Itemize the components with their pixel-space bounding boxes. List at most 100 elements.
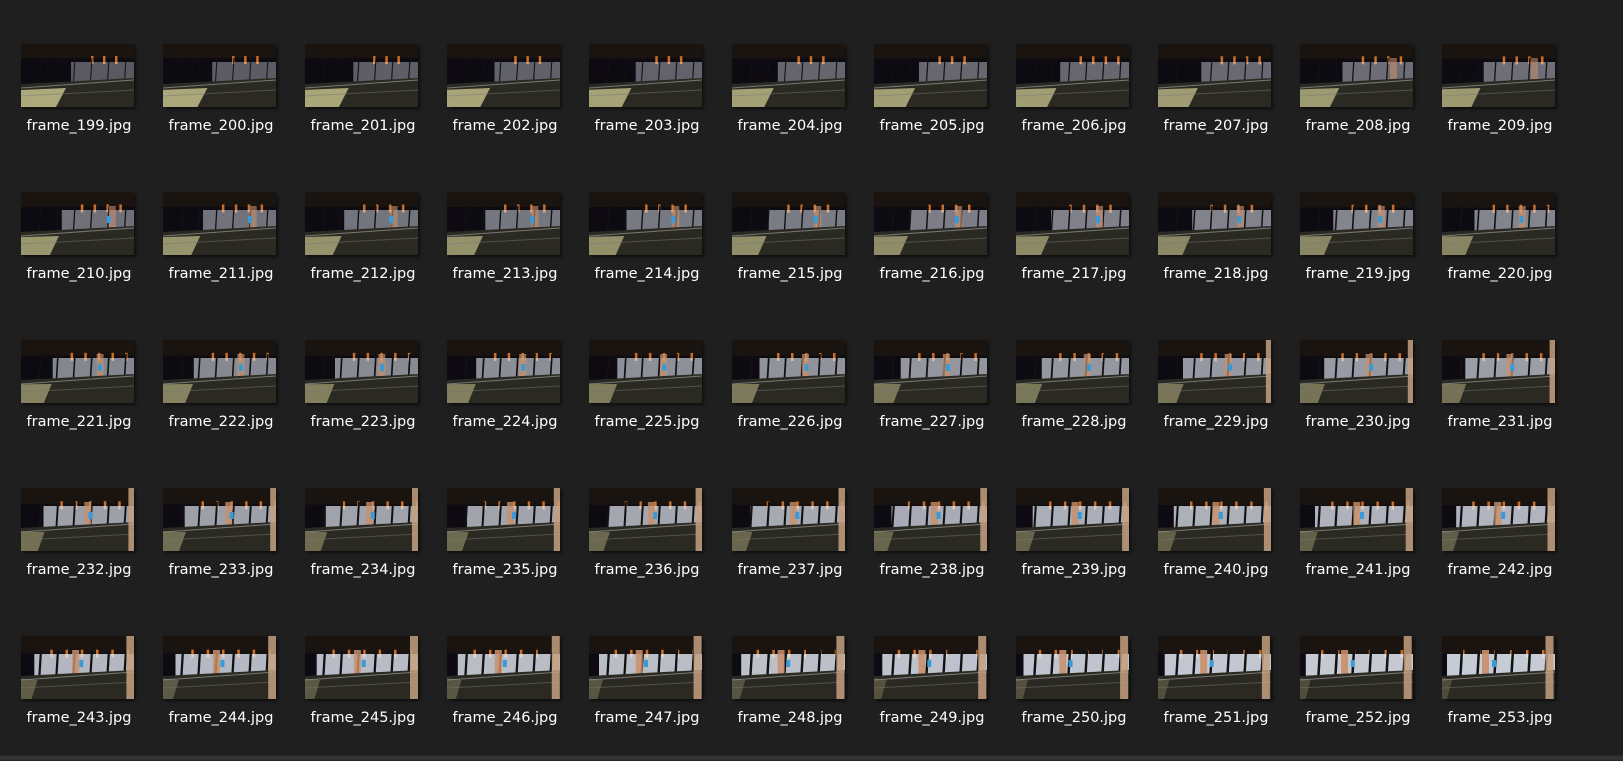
image-thumbnail-icon[interactable] — [21, 636, 134, 699]
file-item[interactable]: frame_229.jpg — [1143, 340, 1283, 444]
image-thumbnail-icon[interactable] — [1442, 488, 1555, 551]
file-item[interactable]: frame_230.jpg — [1285, 340, 1425, 444]
image-thumbnail-icon[interactable] — [21, 340, 134, 403]
image-thumbnail-icon[interactable] — [447, 192, 560, 255]
file-item[interactable]: frame_211.jpg — [148, 192, 288, 296]
image-thumbnail-icon[interactable] — [163, 44, 276, 107]
image-thumbnail-icon[interactable] — [1016, 340, 1129, 403]
image-thumbnail-icon[interactable] — [1158, 44, 1271, 107]
file-item[interactable]: frame_239.jpg — [1001, 488, 1141, 592]
file-item[interactable]: frame_222.jpg — [148, 340, 288, 444]
image-thumbnail-icon[interactable] — [163, 192, 276, 255]
file-item[interactable]: frame_208.jpg — [1285, 44, 1425, 148]
file-item[interactable]: frame_244.jpg — [148, 636, 288, 740]
image-thumbnail-icon[interactable] — [163, 340, 276, 403]
file-item[interactable]: frame_246.jpg — [432, 636, 572, 740]
file-item[interactable]: frame_199.jpg — [6, 44, 146, 148]
file-item[interactable]: frame_249.jpg — [859, 636, 999, 740]
file-item[interactable]: frame_223.jpg — [290, 340, 430, 444]
file-item[interactable]: frame_232.jpg — [6, 488, 146, 592]
image-thumbnail-icon[interactable] — [589, 636, 702, 699]
file-item[interactable]: frame_224.jpg — [432, 340, 572, 444]
image-thumbnail-icon[interactable] — [1016, 192, 1129, 255]
file-item[interactable]: frame_219.jpg — [1285, 192, 1425, 296]
file-item[interactable]: frame_241.jpg — [1285, 488, 1425, 592]
image-thumbnail-icon[interactable] — [21, 488, 134, 551]
file-item[interactable]: frame_240.jpg — [1143, 488, 1283, 592]
file-item[interactable]: frame_212.jpg — [290, 192, 430, 296]
file-item[interactable]: frame_205.jpg — [859, 44, 999, 148]
file-item[interactable]: frame_206.jpg — [1001, 44, 1141, 148]
file-item[interactable]: frame_218.jpg — [1143, 192, 1283, 296]
file-item[interactable]: frame_207.jpg — [1143, 44, 1283, 148]
file-item[interactable]: frame_210.jpg — [6, 192, 146, 296]
image-thumbnail-icon[interactable] — [1300, 44, 1413, 107]
image-thumbnail-icon[interactable] — [732, 44, 845, 107]
file-item[interactable]: frame_238.jpg — [859, 488, 999, 592]
image-thumbnail-icon[interactable] — [874, 192, 987, 255]
file-item[interactable]: frame_209.jpg — [1427, 44, 1567, 148]
image-thumbnail-icon[interactable] — [732, 636, 845, 699]
image-thumbnail-icon[interactable] — [447, 44, 560, 107]
image-thumbnail-icon[interactable] — [305, 488, 418, 551]
file-item[interactable]: frame_216.jpg — [859, 192, 999, 296]
image-thumbnail-icon[interactable] — [1442, 44, 1555, 107]
image-thumbnail-icon[interactable] — [732, 340, 845, 403]
image-thumbnail-icon[interactable] — [305, 44, 418, 107]
file-item[interactable]: frame_248.jpg — [717, 636, 857, 740]
file-item[interactable]: frame_252.jpg — [1285, 636, 1425, 740]
image-thumbnail-icon[interactable] — [589, 340, 702, 403]
image-thumbnail-icon[interactable] — [305, 340, 418, 403]
file-item[interactable]: frame_220.jpg — [1427, 192, 1567, 296]
file-item[interactable]: frame_247.jpg — [574, 636, 714, 740]
file-item[interactable]: frame_213.jpg — [432, 192, 572, 296]
file-item[interactable]: frame_221.jpg — [6, 340, 146, 444]
file-item[interactable]: frame_235.jpg — [432, 488, 572, 592]
image-thumbnail-icon[interactable] — [874, 340, 987, 403]
file-item[interactable]: frame_227.jpg — [859, 340, 999, 444]
image-thumbnail-icon[interactable] — [1300, 192, 1413, 255]
image-thumbnail-icon[interactable] — [1300, 636, 1413, 699]
file-item[interactable]: frame_203.jpg — [574, 44, 714, 148]
image-thumbnail-icon[interactable] — [589, 192, 702, 255]
file-item[interactable]: frame_237.jpg — [717, 488, 857, 592]
file-item[interactable]: frame_250.jpg — [1001, 636, 1141, 740]
image-thumbnail-icon[interactable] — [874, 636, 987, 699]
file-item[interactable]: frame_242.jpg — [1427, 488, 1567, 592]
file-item[interactable]: frame_200.jpg — [148, 44, 288, 148]
image-thumbnail-icon[interactable] — [1016, 488, 1129, 551]
image-thumbnail-icon[interactable] — [732, 192, 845, 255]
image-thumbnail-icon[interactable] — [1158, 488, 1271, 551]
image-thumbnail-icon[interactable] — [163, 636, 276, 699]
image-thumbnail-icon[interactable] — [874, 44, 987, 107]
scrollbar-thumb[interactable] — [0, 756, 1623, 760]
file-item[interactable]: frame_253.jpg — [1427, 636, 1567, 740]
image-thumbnail-icon[interactable] — [1158, 340, 1271, 403]
image-thumbnail-icon[interactable] — [1442, 636, 1555, 699]
image-thumbnail-icon[interactable] — [732, 488, 845, 551]
image-thumbnail-icon[interactable] — [447, 340, 560, 403]
image-thumbnail-icon[interactable] — [1158, 636, 1271, 699]
image-thumbnail-icon[interactable] — [1016, 44, 1129, 107]
file-item[interactable]: frame_201.jpg — [290, 44, 430, 148]
file-item[interactable]: frame_228.jpg — [1001, 340, 1141, 444]
image-thumbnail-icon[interactable] — [1158, 192, 1271, 255]
file-item[interactable]: frame_236.jpg — [574, 488, 714, 592]
image-thumbnail-icon[interactable] — [1300, 488, 1413, 551]
image-thumbnail-icon[interactable] — [305, 636, 418, 699]
file-item[interactable]: frame_204.jpg — [717, 44, 857, 148]
file-item[interactable]: frame_245.jpg — [290, 636, 430, 740]
image-thumbnail-icon[interactable] — [1016, 636, 1129, 699]
file-item[interactable]: frame_251.jpg — [1143, 636, 1283, 740]
image-thumbnail-icon[interactable] — [447, 488, 560, 551]
file-item[interactable]: frame_202.jpg — [432, 44, 572, 148]
file-item[interactable]: frame_217.jpg — [1001, 192, 1141, 296]
image-thumbnail-icon[interactable] — [1300, 340, 1413, 403]
file-item[interactable]: frame_231.jpg — [1427, 340, 1567, 444]
image-thumbnail-icon[interactable] — [1442, 340, 1555, 403]
file-item[interactable]: frame_226.jpg — [717, 340, 857, 444]
image-thumbnail-icon[interactable] — [1442, 192, 1555, 255]
image-thumbnail-icon[interactable] — [589, 488, 702, 551]
horizontal-scrollbar[interactable] — [0, 755, 1623, 761]
image-thumbnail-icon[interactable] — [163, 488, 276, 551]
